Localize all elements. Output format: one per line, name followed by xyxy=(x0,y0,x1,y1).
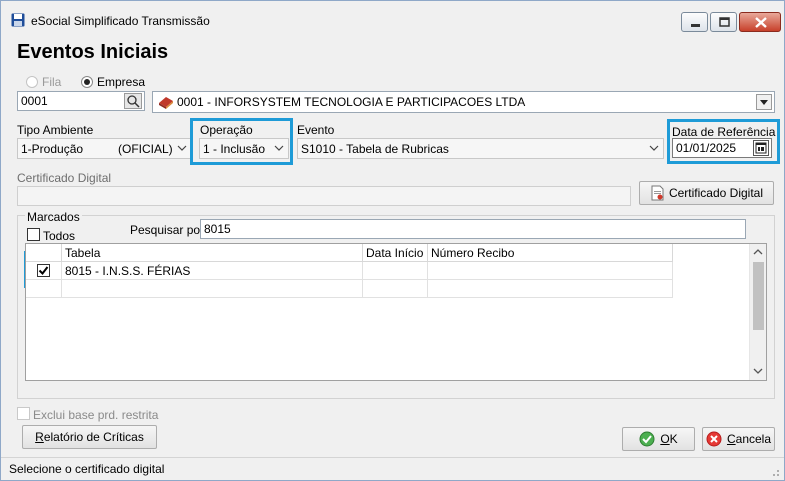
tipo-ambiente-value: 1-Produção xyxy=(21,142,84,156)
close-icon xyxy=(755,17,767,28)
cancel-icon xyxy=(706,431,722,447)
empresa-dropdown-button[interactable] xyxy=(756,94,772,110)
status-text: Selecione o certificado digital xyxy=(9,462,165,476)
title-bar: eSocial Simplificado Transmissão xyxy=(1,1,784,39)
ok-button[interactable]: OK xyxy=(622,427,695,451)
radio-empresa[interactable]: Empresa xyxy=(81,75,145,89)
chevron-down-icon xyxy=(760,100,768,105)
grid-header-check xyxy=(26,244,62,262)
empresa-select[interactable]: 0001 - INFORSYSTEM TECNOLOGIA E PARTICIP… xyxy=(152,91,775,113)
ok-label: OK xyxy=(660,432,677,446)
radio-fila-dot xyxy=(26,76,38,88)
scroll-up-icon[interactable] xyxy=(753,248,763,256)
table-row-data-inicio[interactable] xyxy=(363,262,428,280)
main-window: eSocial Simplificado Transmissão Eventos… xyxy=(0,0,785,481)
certificado-button-label: Certificado Digital xyxy=(668,186,764,200)
radio-fila-label: Fila xyxy=(42,75,62,89)
grid-header-data-inicio[interactable]: Data Início xyxy=(363,244,428,262)
checkmark-icon xyxy=(38,266,49,276)
ok-accel: O xyxy=(660,432,670,446)
pesquisar-label: Pesquisar por: xyxy=(130,223,208,237)
ok-icon xyxy=(639,431,655,447)
todos-checkbox[interactable] xyxy=(27,228,40,241)
tipo-ambiente-env: (OFICIAL) xyxy=(118,142,173,156)
table-row-empty-cell xyxy=(26,280,62,298)
chevron-down-icon xyxy=(649,145,659,151)
exclui-checkbox[interactable] xyxy=(17,407,30,420)
cancela-label: Cancela xyxy=(727,432,771,446)
maximize-icon xyxy=(719,17,730,27)
radio-fila[interactable]: Fila xyxy=(26,75,61,89)
certificado-input xyxy=(17,186,631,206)
grid-scrollbar[interactable] xyxy=(749,244,766,380)
row-checkbox[interactable] xyxy=(37,264,50,277)
evento-value: S1010 - Tabela de Rubricas xyxy=(301,142,449,156)
cancela-button[interactable]: Cancela xyxy=(702,427,775,451)
chevron-down-icon xyxy=(177,145,187,151)
certificado-label: Certificado Digital xyxy=(17,171,112,185)
table-row-empty-cell xyxy=(62,280,363,298)
minimize-icon xyxy=(691,24,700,27)
grid-header-numero-recibo[interactable]: Número Recibo xyxy=(428,244,673,262)
page-title: Eventos Iniciais xyxy=(17,41,169,63)
exclui-label: Exclui base prd. restrita xyxy=(33,408,159,422)
company-icon xyxy=(159,97,173,109)
tipo-ambiente-label: Tipo Ambiente xyxy=(17,123,94,137)
relatorio-rest: elatório de Críticas xyxy=(43,430,144,444)
certificate-icon xyxy=(651,185,664,201)
table-row-empty-cell xyxy=(428,280,673,298)
evento-label: Evento xyxy=(297,123,335,137)
radio-empresa-label: Empresa xyxy=(97,75,146,89)
cancela-rest: ancela xyxy=(735,432,772,446)
tipo-ambiente-select[interactable]: 1-Produção (OFICIAL) xyxy=(17,138,192,159)
lookup-button[interactable] xyxy=(124,93,142,109)
grid-header-tabela[interactable]: Tabela xyxy=(62,244,363,262)
table-row-empty-cell xyxy=(363,280,428,298)
scroll-down-icon[interactable] xyxy=(753,367,763,375)
close-button[interactable] xyxy=(739,12,781,32)
maximize-button[interactable] xyxy=(710,12,737,32)
evento-select[interactable]: S1010 - Tabela de Rubricas xyxy=(297,138,664,159)
tabela-grid: Tabela Data Início Número Recibo 8015 - … xyxy=(25,243,767,381)
ok-rest: K xyxy=(669,432,678,446)
table-row-checkbox-cell[interactable] xyxy=(26,262,62,280)
resize-grip-icon[interactable] xyxy=(770,467,780,477)
relatorio-criticas-button[interactable]: Relatório de Críticas xyxy=(22,425,157,449)
status-bar: Selecione o certificado digital xyxy=(1,457,784,480)
table-row-tabela[interactable]: 8015 - I.N.S.S. FÉRIAS xyxy=(62,262,363,280)
pesquisar-value: 8015 xyxy=(204,222,231,236)
lookup-icon xyxy=(127,95,140,108)
marcados-label: Marcados xyxy=(25,210,82,224)
highlight-data-referencia xyxy=(667,119,780,164)
minimize-button[interactable] xyxy=(681,12,708,32)
certificado-digital-button[interactable]: Certificado Digital xyxy=(639,181,774,205)
table-row-numero-recibo[interactable] xyxy=(428,262,673,280)
empresa-name: 0001 - INFORSYSTEM TECNOLOGIA E PARTICIP… xyxy=(177,95,526,109)
radio-empresa-dot xyxy=(81,76,93,88)
window-title: eSocial Simplificado Transmissão xyxy=(31,14,210,28)
scroll-thumb[interactable] xyxy=(753,262,764,330)
empresa-code-value: 0001 xyxy=(21,94,48,108)
cancela-accel: C xyxy=(726,432,736,446)
save-icon xyxy=(11,13,25,27)
highlight-operacao xyxy=(190,118,293,165)
relatorio-accel: R xyxy=(35,430,44,444)
pesquisar-input[interactable]: 8015 xyxy=(200,219,746,239)
todos-label: Todos xyxy=(43,229,76,243)
relatorio-label: Relatório de Críticas xyxy=(35,430,144,444)
